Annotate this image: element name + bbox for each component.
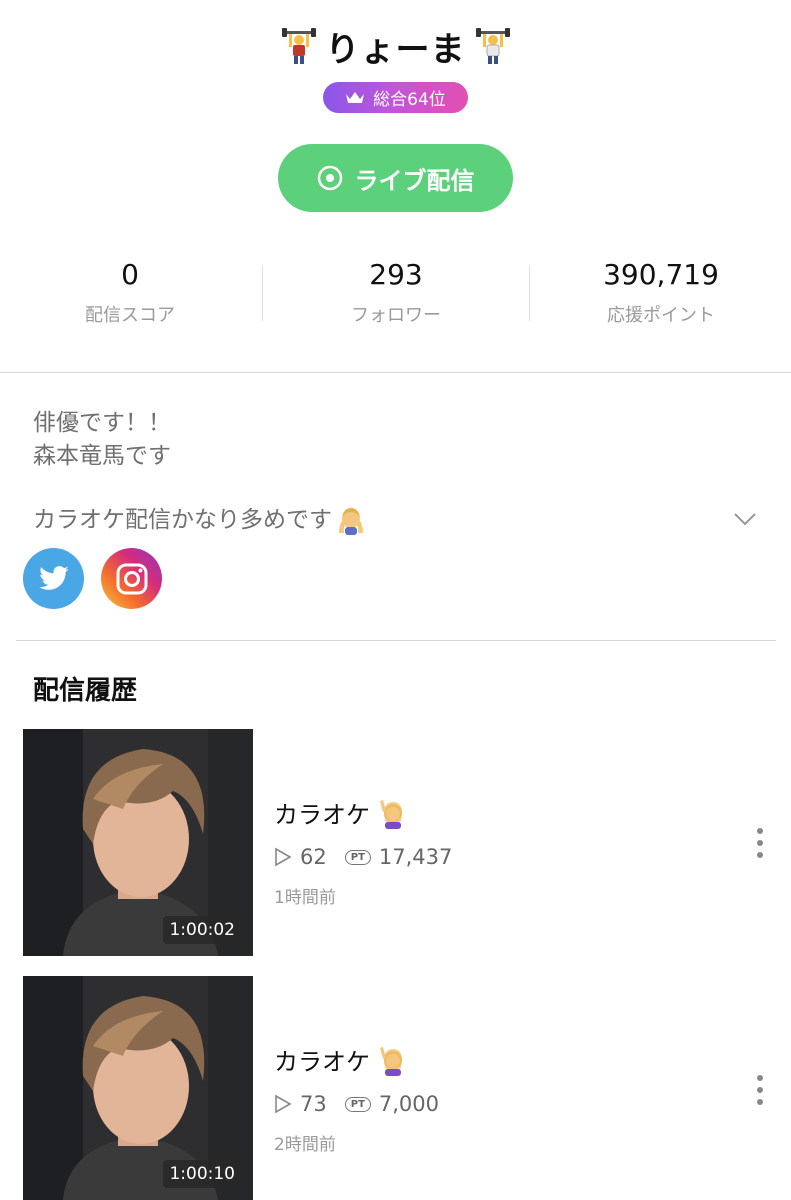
play-icon <box>275 1094 292 1114</box>
stat-value: 390,719 <box>603 258 719 291</box>
rank-badge[interactable]: 総合64位 <box>323 82 468 113</box>
stat-label: 配信スコア <box>85 305 175 326</box>
points-badge-icon: PT <box>344 1096 371 1112</box>
chevron-down-icon[interactable] <box>732 506 758 532</box>
video-duration: 1:00:02 <box>163 916 241 944</box>
history-thumbnail[interactable]: 1:00:10 <box>23 976 253 1200</box>
stat-value: 293 <box>369 258 423 291</box>
video-duration: 1:00:10 <box>163 1160 241 1188</box>
points-value: 7,000 <box>378 1092 440 1116</box>
raising-hand-emoji-icon <box>380 799 402 829</box>
stat-divider <box>529 265 530 321</box>
stat-followers[interactable]: 293 フォロワー <box>266 258 526 327</box>
more-options-icon[interactable] <box>752 828 768 858</box>
bio-extra-text: カラオケ配信かなり多めです <box>33 507 332 533</box>
bio-line: 森本竜馬です <box>33 443 171 469</box>
profile-header: りょーま <box>0 18 791 74</box>
twitter-button[interactable] <box>23 548 84 609</box>
crown-icon <box>346 91 365 103</box>
broadcast-circle-icon <box>317 165 342 191</box>
stat-value: 0 <box>121 258 139 291</box>
raising-hand-emoji-icon <box>380 1046 402 1076</box>
live-button-label: ライブ配信 <box>354 166 475 195</box>
history-item-title[interactable]: カラオケ <box>274 1042 408 1077</box>
play-icon <box>275 847 292 867</box>
bio-extra: カラオケ配信かなり多めです <box>33 505 366 535</box>
view-count: 73 <box>300 1092 327 1116</box>
section-divider <box>16 640 776 641</box>
profile-name: りょーま <box>325 29 466 70</box>
instagram-icon <box>116 563 147 594</box>
history-section-title: 配信履歴 <box>33 676 138 706</box>
points-badge-icon: PT <box>344 849 371 865</box>
stat-broadcast-score: 0 配信スコア <box>0 258 260 327</box>
twitter-icon <box>38 565 69 590</box>
history-thumbnail[interactable]: 1:00:02 <box>23 729 253 956</box>
history-item-stats: 73 PT 7,000 <box>274 1092 439 1116</box>
stat-label: 応援ポイント <box>607 305 715 326</box>
raising-hands-emoji-icon <box>339 508 363 535</box>
stat-support-points: 390,719 応援ポイント <box>531 258 791 327</box>
history-item-title[interactable]: カラオケ <box>274 795 408 830</box>
rank-label: 総合64位 <box>373 90 446 110</box>
history-title-text: カラオケ <box>274 801 370 829</box>
history-title-text: カラオケ <box>274 1048 370 1076</box>
view-count: 62 <box>300 845 327 869</box>
history-item-time: 1時間前 <box>274 888 336 908</box>
stat-divider <box>262 265 263 321</box>
stat-label: フォロワー <box>351 305 441 326</box>
live-broadcast-button[interactable]: ライブ配信 <box>278 144 513 212</box>
weightlifter-emoji-icon <box>281 28 316 64</box>
history-item-stats: 62 PT 17,437 <box>274 845 452 869</box>
instagram-button[interactable] <box>101 548 162 609</box>
section-divider <box>0 372 791 373</box>
points-value: 17,437 <box>378 845 453 869</box>
bio-line: 俳優です！！ <box>33 410 171 436</box>
weightlifter-emoji-icon <box>475 28 510 64</box>
history-item-time: 2時間前 <box>274 1135 336 1155</box>
more-options-icon[interactable] <box>752 1075 768 1105</box>
